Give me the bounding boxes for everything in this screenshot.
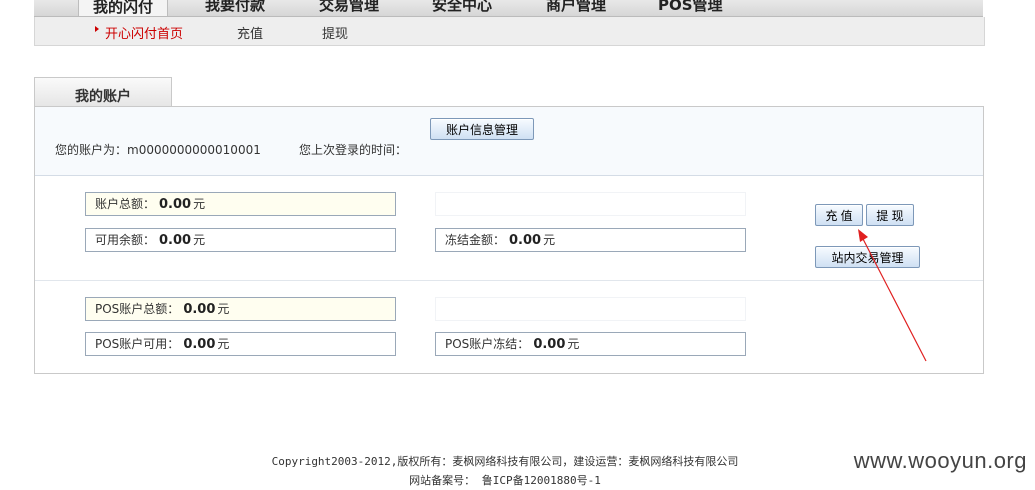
watermark: www.wooyun.org: [853, 448, 1027, 473]
annotation-arrow: [858, 229, 927, 362]
